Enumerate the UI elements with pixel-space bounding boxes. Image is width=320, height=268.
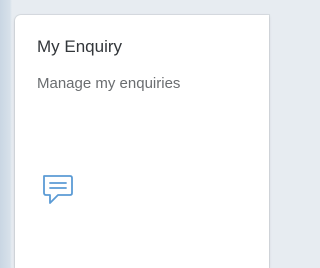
- tile-title: My Enquiry: [37, 37, 123, 56]
- my-enquiry-tile[interactable]: My Enquiry Manage my enquiries: [15, 15, 269, 268]
- launchpad-area: My Enquiry Manage my enquiries: [0, 0, 269, 268]
- chat-bubble-icon: [40, 173, 74, 207]
- tile-subtitle: Manage my enquiries: [37, 75, 181, 92]
